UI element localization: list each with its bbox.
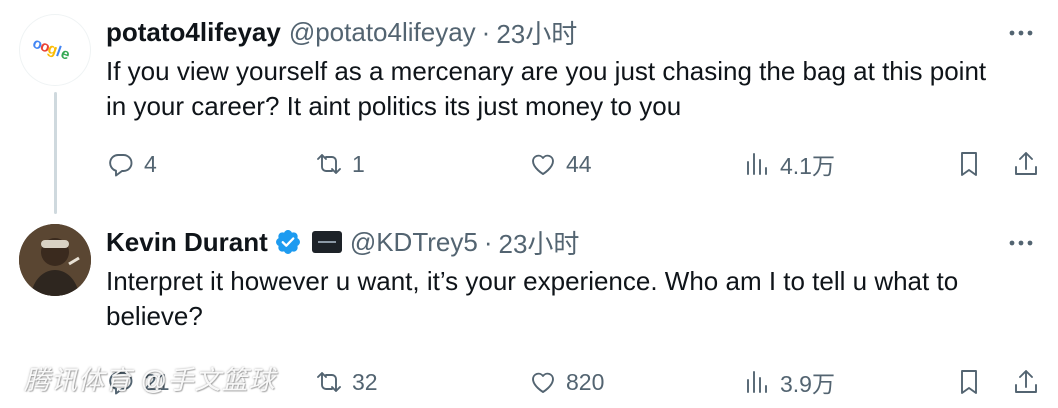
timestamp[interactable]: 23小时 (496, 14, 577, 51)
like-count: 820 (566, 368, 605, 395)
views-count: 3.9万 (780, 371, 835, 397)
separator: · (481, 16, 491, 47)
heart-icon (532, 372, 554, 393)
avatar[interactable] (19, 224, 91, 296)
user-handle[interactable]: @potato4lifeyay (289, 17, 476, 48)
retweet-count: 1 (352, 150, 365, 177)
views-button[interactable]: 4.1万 (742, 146, 835, 182)
bookmark-button[interactable] (954, 364, 984, 400)
like-count: 44 (566, 150, 592, 177)
bookmark-icon (961, 370, 977, 394)
heart-icon (532, 154, 554, 175)
retweet-button[interactable]: 1 (314, 146, 365, 182)
action-bar: 4 1 44 4.1万 (106, 146, 1041, 182)
reply-count: 4 (144, 150, 157, 177)
more-options-icon[interactable] (1006, 18, 1036, 48)
tweet-header: Kevin Durant @KDTrey5 · 23小时 (106, 224, 580, 261)
more-options-icon[interactable] (1006, 228, 1036, 258)
timestamp[interactable]: 23小时 (499, 224, 580, 261)
retweet-count: 32 (352, 368, 378, 395)
views-chart-icon (747, 153, 767, 175)
share-button[interactable] (1011, 364, 1041, 400)
reply-icon (109, 154, 133, 177)
tweet-text: Interpret it however u want, it’s your e… (106, 266, 959, 331)
tweet-header: potato4lifeyay @potato4lifeyay · 23小时 (106, 14, 577, 51)
display-name[interactable]: Kevin Durant (106, 227, 268, 258)
watermark: 腾讯体育 @手文篮球 (24, 365, 276, 395)
share-icon (1015, 370, 1037, 393)
google-logo-icon: o o g l e (30, 35, 72, 64)
tweet-parent[interactable]: o o g l e potato4lifeyay @potato4lifeyay… (0, 0, 1058, 214)
views-button[interactable]: 3.9万 (742, 364, 835, 400)
retweet-icon (317, 154, 341, 174)
user-handle[interactable]: @KDTrey5 (350, 227, 478, 258)
separator: · (483, 226, 493, 257)
like-button[interactable]: 820 (528, 364, 604, 400)
retweet-icon (317, 372, 341, 392)
share-button[interactable] (1011, 146, 1041, 182)
verified-badge-icon[interactable] (274, 228, 302, 256)
tweet-text: If you view yourself as a mercenary are … (106, 56, 987, 121)
views-chart-icon (747, 371, 767, 393)
kevin-durant-photo-icon (19, 224, 91, 296)
views-count: 4.1万 (780, 153, 835, 179)
affiliation-badge-icon[interactable] (311, 231, 342, 253)
bookmark-button[interactable] (954, 146, 984, 182)
display-name[interactable]: potato4lifeyay (106, 17, 281, 48)
reply-button[interactable]: 4 (106, 146, 157, 182)
thread-line (54, 92, 57, 214)
share-icon (1015, 152, 1037, 175)
like-button[interactable]: 44 (528, 146, 592, 182)
bookmark-icon (961, 152, 977, 176)
retweet-button[interactable]: 32 (314, 364, 378, 400)
avatar[interactable]: o o g l e (19, 14, 91, 86)
